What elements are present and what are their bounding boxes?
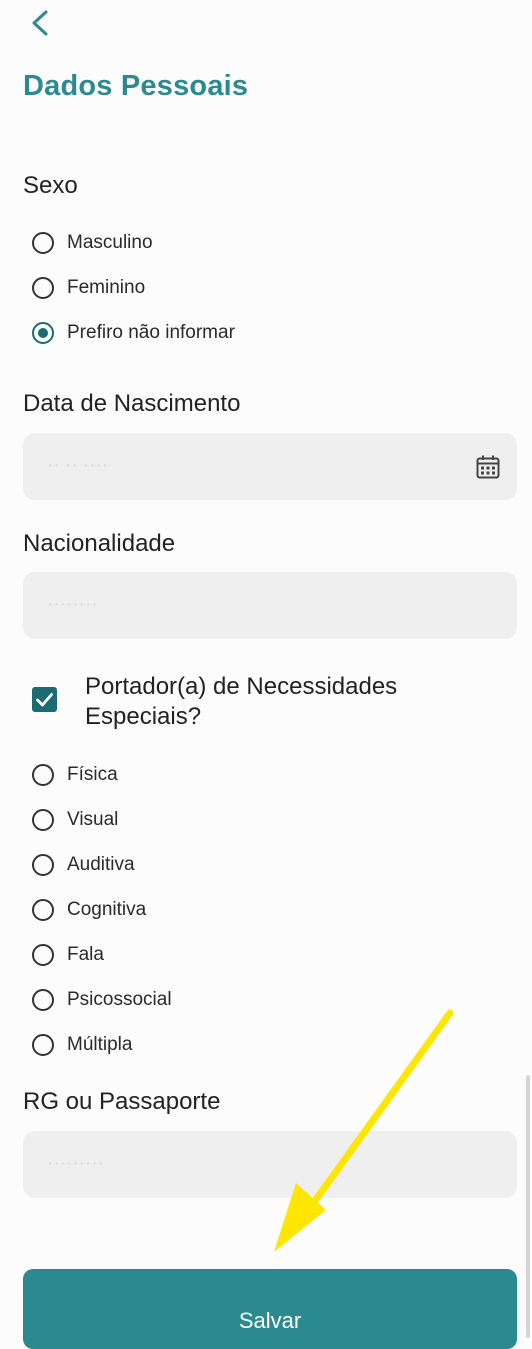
radio-label: Física	[67, 764, 118, 785]
radio-need-multipla[interactable]: Múltipla	[32, 1030, 132, 1060]
radio-label: Fala	[67, 944, 104, 965]
radio-label: Múltipla	[67, 1034, 133, 1055]
save-button[interactable]: Salvar	[23, 1269, 517, 1349]
page-title: Dados Pessoais	[23, 70, 249, 102]
annotation-arrow-icon	[274, 1009, 454, 1252]
radio-label: Psicossocial	[67, 989, 172, 1010]
radio-checked-icon[interactable]	[32, 322, 54, 344]
radio-icon[interactable]	[32, 989, 54, 1011]
radio-sexo-prefiro-nao-informar[interactable]: Prefiro não informar	[32, 318, 235, 348]
radio-icon[interactable]	[32, 809, 54, 831]
document-value: ·········	[47, 1153, 104, 1174]
radio-need-psicossocial[interactable]: Psicossocial	[32, 985, 172, 1015]
birth-date-value: ·· ·· ····	[47, 455, 109, 476]
radio-sexo-masculino[interactable]: Masculino	[32, 228, 153, 258]
radio-need-fisica[interactable]: Física	[32, 760, 118, 790]
radio-need-auditiva[interactable]: Auditiva	[32, 850, 135, 880]
birth-date-field[interactable]: ·· ·· ····	[23, 433, 517, 500]
radio-sexo-feminino[interactable]: Feminino	[32, 273, 145, 303]
radio-label: Visual	[67, 809, 119, 830]
nationality-value: ········	[47, 594, 98, 615]
radio-icon[interactable]	[32, 764, 54, 786]
radio-label: Feminino	[67, 277, 146, 298]
radio-label: Auditiva	[67, 854, 135, 875]
nationality-label: Nacionalidade	[23, 530, 176, 557]
radio-icon[interactable]	[32, 232, 54, 254]
special-needs-checkbox[interactable]	[32, 687, 57, 712]
radio-label: Cognitiva	[67, 899, 147, 920]
document-label: RG ou Passaporte	[23, 1088, 221, 1115]
birth-date-label: Data de Nascimento	[23, 390, 241, 417]
radio-need-fala[interactable]: Fala	[32, 940, 104, 970]
radio-icon[interactable]	[32, 854, 54, 876]
back-arrow-icon[interactable]	[26, 8, 54, 38]
radio-icon[interactable]	[32, 277, 54, 299]
nationality-field[interactable]: ········	[23, 572, 517, 639]
checkmark-icon	[36, 693, 53, 707]
radio-need-visual[interactable]: Visual	[32, 805, 118, 835]
radio-label: Masculino	[67, 232, 153, 253]
special-needs-label[interactable]: Portador(a) de Necessidades Especiais?	[85, 672, 505, 732]
calendar-icon[interactable]	[475, 454, 501, 480]
radio-icon[interactable]	[32, 944, 54, 966]
scrollbar[interactable]	[526, 1075, 530, 1338]
radio-icon[interactable]	[32, 899, 54, 921]
radio-need-cognitiva[interactable]: Cognitiva	[32, 895, 146, 925]
radio-icon[interactable]	[32, 1034, 54, 1056]
sexo-label: Sexo	[23, 172, 78, 199]
radio-label: Prefiro não informar	[67, 322, 235, 343]
